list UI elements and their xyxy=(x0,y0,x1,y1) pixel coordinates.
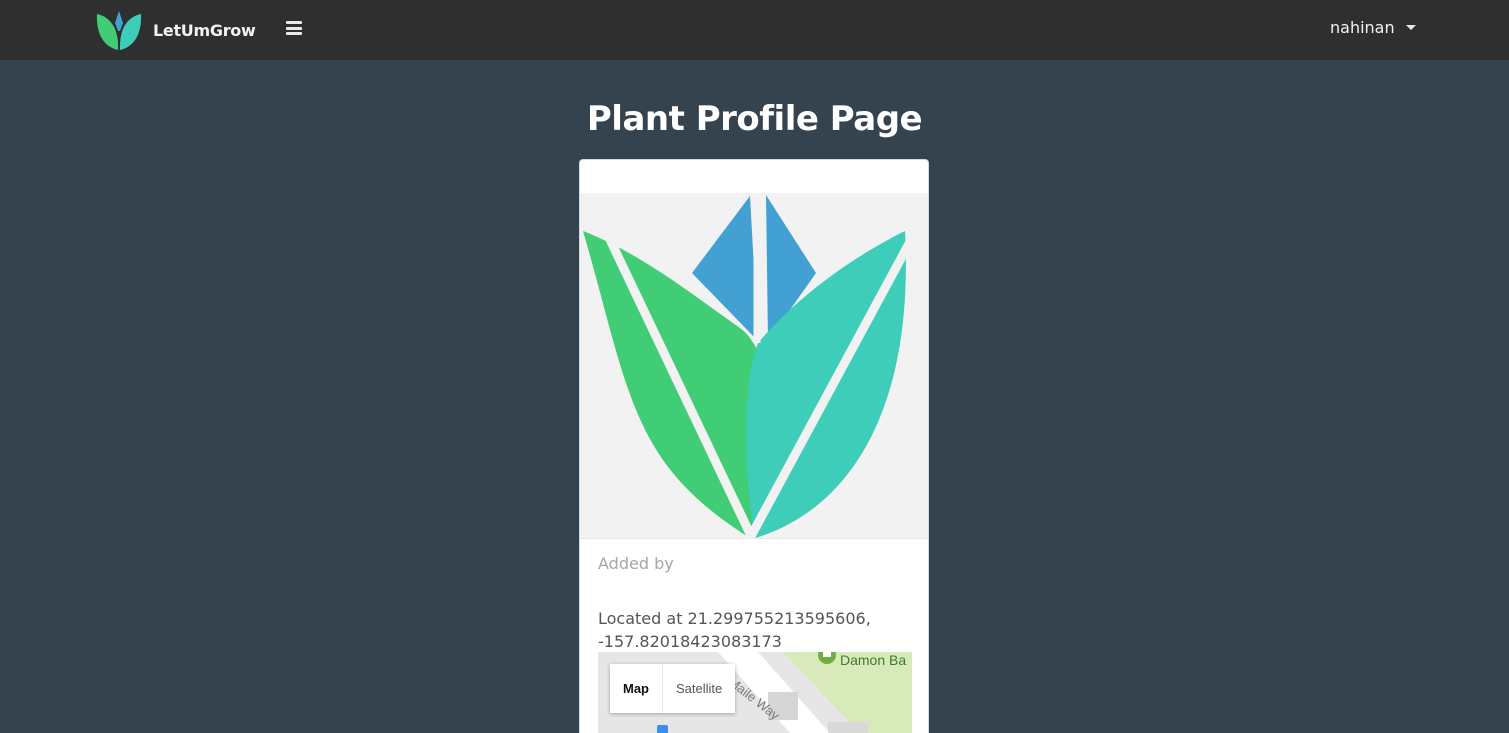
plant-image xyxy=(580,193,928,539)
username-label: nahinan xyxy=(1330,18,1395,37)
hamburger-menu-icon[interactable] xyxy=(286,21,302,35)
map-park-label: Damon Ba xyxy=(840,652,907,668)
location-text: Located at 21.299755213595606, -157.8201… xyxy=(598,607,898,653)
map-type-satellite-button[interactable]: Satellite xyxy=(663,664,735,713)
location-line-2: -157.82018423083173 xyxy=(598,632,782,651)
page-title: Plant Profile Page xyxy=(586,99,923,139)
plant-profile-card: Added by Located at 21.299755213595606, … xyxy=(579,159,929,733)
brand-name: LetUmGrow xyxy=(153,20,256,40)
map-type-control: Map Satellite xyxy=(610,664,736,713)
user-dropdown[interactable]: nahinan xyxy=(1330,18,1416,37)
added-by-label: Added by xyxy=(598,554,674,573)
caret-down-icon xyxy=(1405,25,1416,30)
leaf-logo-icon xyxy=(583,193,922,539)
brand-link[interactable]: LetUmGrow xyxy=(96,8,256,52)
location-map[interactable]: Damon Ba Maile Way Map Satellite xyxy=(598,652,912,733)
top-navbar: LetUmGrow nahinan xyxy=(0,0,1509,60)
map-type-map-button[interactable]: Map xyxy=(610,664,663,713)
location-line-1: Located at 21.299755213595606, xyxy=(598,609,871,628)
leaf-logo-icon xyxy=(96,11,142,50)
